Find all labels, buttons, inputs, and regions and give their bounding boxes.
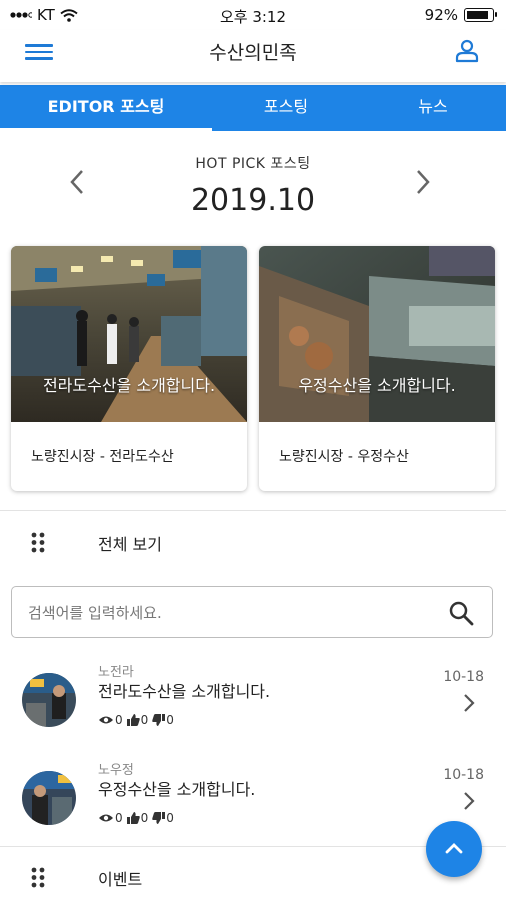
hot-pick-card[interactable]: 우정수산을 소개합니다. 노량진시장 - 우정수산 [259,246,495,491]
avatar [22,771,76,825]
battery-icon [464,8,497,22]
view-count: 0 [115,713,123,727]
events-label: 이벤트 [98,870,143,889]
divider [0,510,506,511]
avatar [22,673,76,727]
card-caption: 전라도수산을 소개합니다. [42,376,216,395]
like-count: 0 [140,811,149,825]
dislike-count: 0 [166,713,174,727]
chevron-right-icon[interactable] [463,791,475,811]
card-subtitle: 노량진시장 - 전라도수산 [31,449,174,465]
dislike-count: 0 [166,811,174,825]
search-box [11,586,493,639]
post-stats: 0 0 0 [98,811,176,825]
thumb-up-icon [126,812,140,824]
post-date: 10-18 [443,767,484,783]
eye-icon [99,814,113,822]
view-count: 0 [115,811,123,825]
tab-news[interactable]: 뉴스 [360,85,506,131]
tab-posting[interactable]: 포스팅 [212,85,360,131]
like-count: 0 [140,713,149,727]
active-tab-indicator [0,128,212,131]
hot-pick-card[interactable]: 전라도수산을 소개합니다. 노량진시장 - 전라도수산 [11,246,247,491]
drag-handle-icon [31,532,45,553]
post-stats: 0 0 0 [98,713,176,727]
view-all-row[interactable]: 전체 보기 [0,520,506,564]
app-header: 수산의민족 [0,30,506,82]
status-bar: KT 오후 3:12 92% [0,0,506,30]
post-title: 우정수산을 소개합니다. [98,780,256,799]
search-icon[interactable] [448,600,474,626]
battery-percent: 92% [424,6,458,24]
app-title: 수산의민족 [209,42,297,64]
search-input[interactable] [26,587,430,639]
chevron-up-icon [445,843,463,854]
card-caption: 우정수산을 소개합니다. [298,376,456,395]
user-icon[interactable] [454,38,480,64]
thumb-down-icon [152,812,166,824]
tab-bar: EDITOR 포스팅 포스팅 뉴스 [0,85,506,131]
chevron-right-icon[interactable] [411,168,435,196]
tab-editor-posting[interactable]: EDITOR 포스팅 [0,85,212,131]
chevron-right-icon[interactable] [463,693,475,713]
list-item[interactable]: 노전라 전라도수산을 소개합니다. 0 0 0 10-18 [0,661,506,751]
drag-handle-icon [31,867,45,888]
thumb-up-icon [126,714,140,726]
thumb-down-icon [152,714,166,726]
post-date: 10-18 [443,669,484,685]
eye-icon [99,716,113,724]
scroll-top-button[interactable] [426,821,482,877]
post-title: 전라도수산을 소개합니다. [98,682,271,701]
view-all-label: 전체 보기 [98,535,162,554]
card-subtitle: 노량진시장 - 우정수산 [279,449,409,465]
